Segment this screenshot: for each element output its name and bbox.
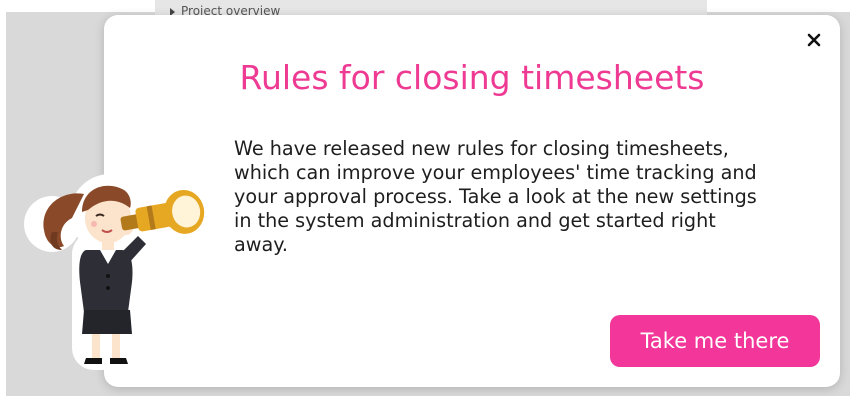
close-icon bbox=[807, 33, 821, 47]
modal-title: Rules for closing timesheets bbox=[239, 58, 705, 97]
close-button[interactable] bbox=[803, 29, 825, 51]
modal-body-text: We have released new rules for closing t… bbox=[234, 137, 757, 256]
take-me-there-button[interactable]: Take me there bbox=[610, 315, 820, 367]
mascot-illustration bbox=[24, 174, 220, 370]
